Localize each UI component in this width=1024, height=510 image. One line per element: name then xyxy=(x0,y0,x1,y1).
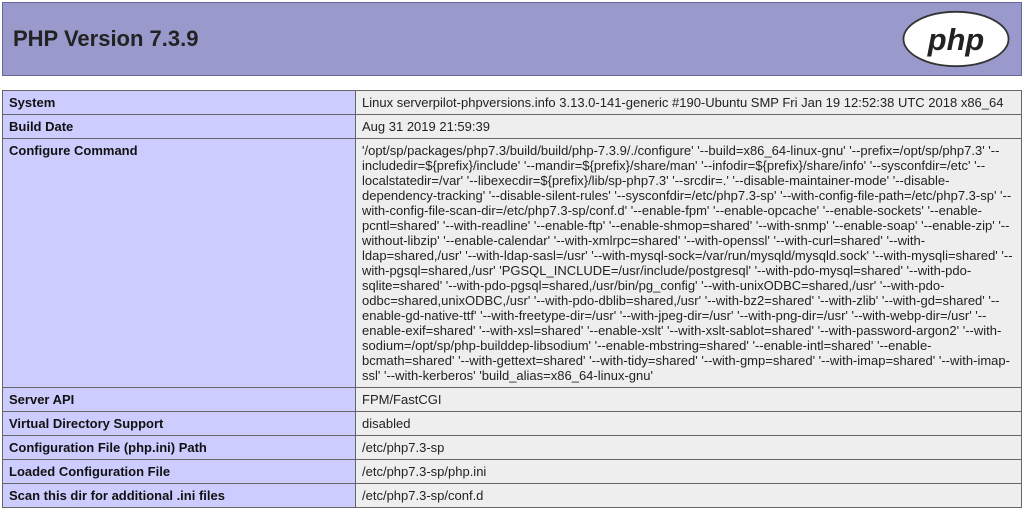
table-row: Virtual Directory Support disabled xyxy=(3,412,1022,436)
row-label: Server API xyxy=(3,388,356,412)
table-row: Configure Command '/opt/sp/packages/php7… xyxy=(3,139,1022,388)
table-row: Loaded Configuration File /etc/php7.3-sp… xyxy=(3,460,1022,484)
row-label: Scan this dir for additional .ini files xyxy=(3,484,356,508)
php-logo-icon: php xyxy=(901,10,1011,68)
table-row: Configuration File (php.ini) Path /etc/p… xyxy=(3,436,1022,460)
row-label: Virtual Directory Support xyxy=(3,412,356,436)
table-row: Build Date Aug 31 2019 21:59:39 xyxy=(3,115,1022,139)
row-value: Linux serverpilot-phpversions.info 3.13.… xyxy=(356,91,1022,115)
row-value: '/opt/sp/packages/php7.3/build/build/php… xyxy=(356,139,1022,388)
row-label: Build Date xyxy=(3,115,356,139)
phpinfo-header: PHP Version 7.3.9 php xyxy=(2,2,1022,76)
svg-text:php: php xyxy=(927,22,984,57)
table-row: System Linux serverpilot-phpversions.inf… xyxy=(3,91,1022,115)
row-label: Loaded Configuration File xyxy=(3,460,356,484)
row-label: System xyxy=(3,91,356,115)
row-value: /etc/php7.3-sp xyxy=(356,436,1022,460)
table-row: Server API FPM/FastCGI xyxy=(3,388,1022,412)
row-value: FPM/FastCGI xyxy=(356,388,1022,412)
table-row: Scan this dir for additional .ini files … xyxy=(3,484,1022,508)
row-value: /etc/php7.3-sp/conf.d xyxy=(356,484,1022,508)
row-value: Aug 31 2019 21:59:39 xyxy=(356,115,1022,139)
row-label: Configuration File (php.ini) Path xyxy=(3,436,356,460)
row-value: /etc/php7.3-sp/php.ini xyxy=(356,460,1022,484)
row-label: Configure Command xyxy=(3,139,356,388)
phpinfo-table: System Linux serverpilot-phpversions.inf… xyxy=(2,90,1022,508)
row-value: disabled xyxy=(356,412,1022,436)
php-version-title: PHP Version 7.3.9 xyxy=(13,26,198,52)
